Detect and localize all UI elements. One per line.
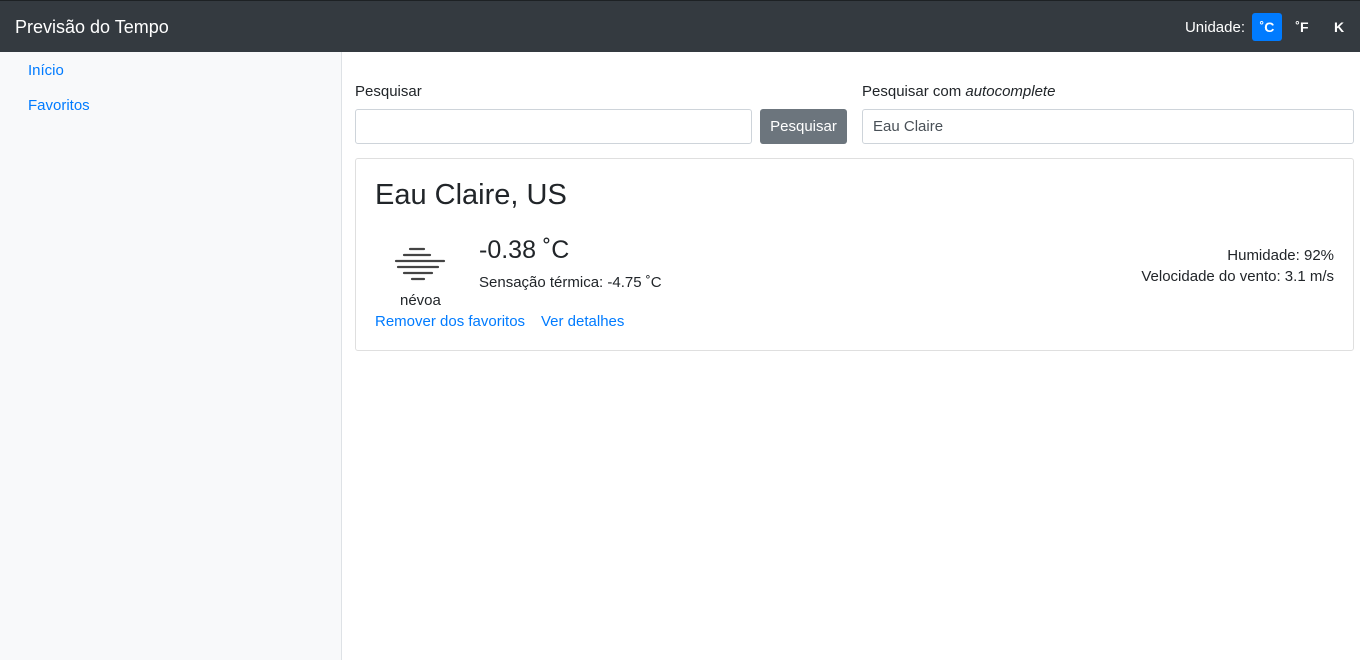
autocomplete-label: Pesquisar com autocomplete	[862, 83, 1055, 101]
app-title: Previsão do Tempo	[15, 17, 169, 37]
unit-label: Unidade:	[1184, 18, 1245, 36]
top-navbar: Previsão do Tempo Unidade: ˚C ˚F K	[0, 0, 1360, 52]
search-button[interactable]: Pesquisar	[760, 109, 847, 144]
sidebar: Início Favoritos	[0, 52, 342, 660]
city-name: Eau Claire, US	[375, 179, 567, 211]
weather-card: Eau Claire, US névoa -0.38 ˚C Sensação t…	[355, 158, 1354, 351]
unit-celsius-button[interactable]: ˚C	[1252, 13, 1282, 41]
unit-kelvin-button[interactable]: K	[1323, 13, 1355, 41]
sidebar-item-favoritos[interactable]: Favoritos	[28, 97, 90, 115]
search-label: Pesquisar	[355, 83, 422, 100]
remove-favorite-link[interactable]: Remover dos favoritos	[375, 313, 525, 330]
autocomplete-label-text: Pesquisar com	[862, 83, 966, 100]
autocomplete-input[interactable]	[862, 109, 1354, 144]
autocomplete-label-emphasis: autocomplete	[965, 83, 1056, 100]
wind-speed: Velocidade do vento: 3.1 m/s	[1141, 268, 1334, 285]
feels-like: Sensação térmica: -4.75 ˚C	[479, 274, 662, 291]
main-content: Pesquisar Pesquisar Pesquisar com autoco…	[342, 52, 1360, 660]
mist-icon	[394, 247, 446, 281]
unit-selector: Unidade: ˚C ˚F K	[1185, 13, 1360, 41]
temperature: -0.38 ˚C	[479, 236, 570, 264]
search-input[interactable]	[355, 109, 752, 144]
weather-description: névoa	[400, 292, 441, 309]
view-details-link[interactable]: Ver detalhes	[541, 313, 624, 330]
unit-fahrenheit-button[interactable]: ˚F	[1286, 13, 1318, 41]
humidity: Humidade: 92%	[1227, 247, 1334, 264]
sidebar-item-inicio[interactable]: Início	[28, 62, 64, 80]
weather-extra-info: Humidade: 92% Velocidade do vento: 3.1 m…	[1141, 245, 1334, 287]
